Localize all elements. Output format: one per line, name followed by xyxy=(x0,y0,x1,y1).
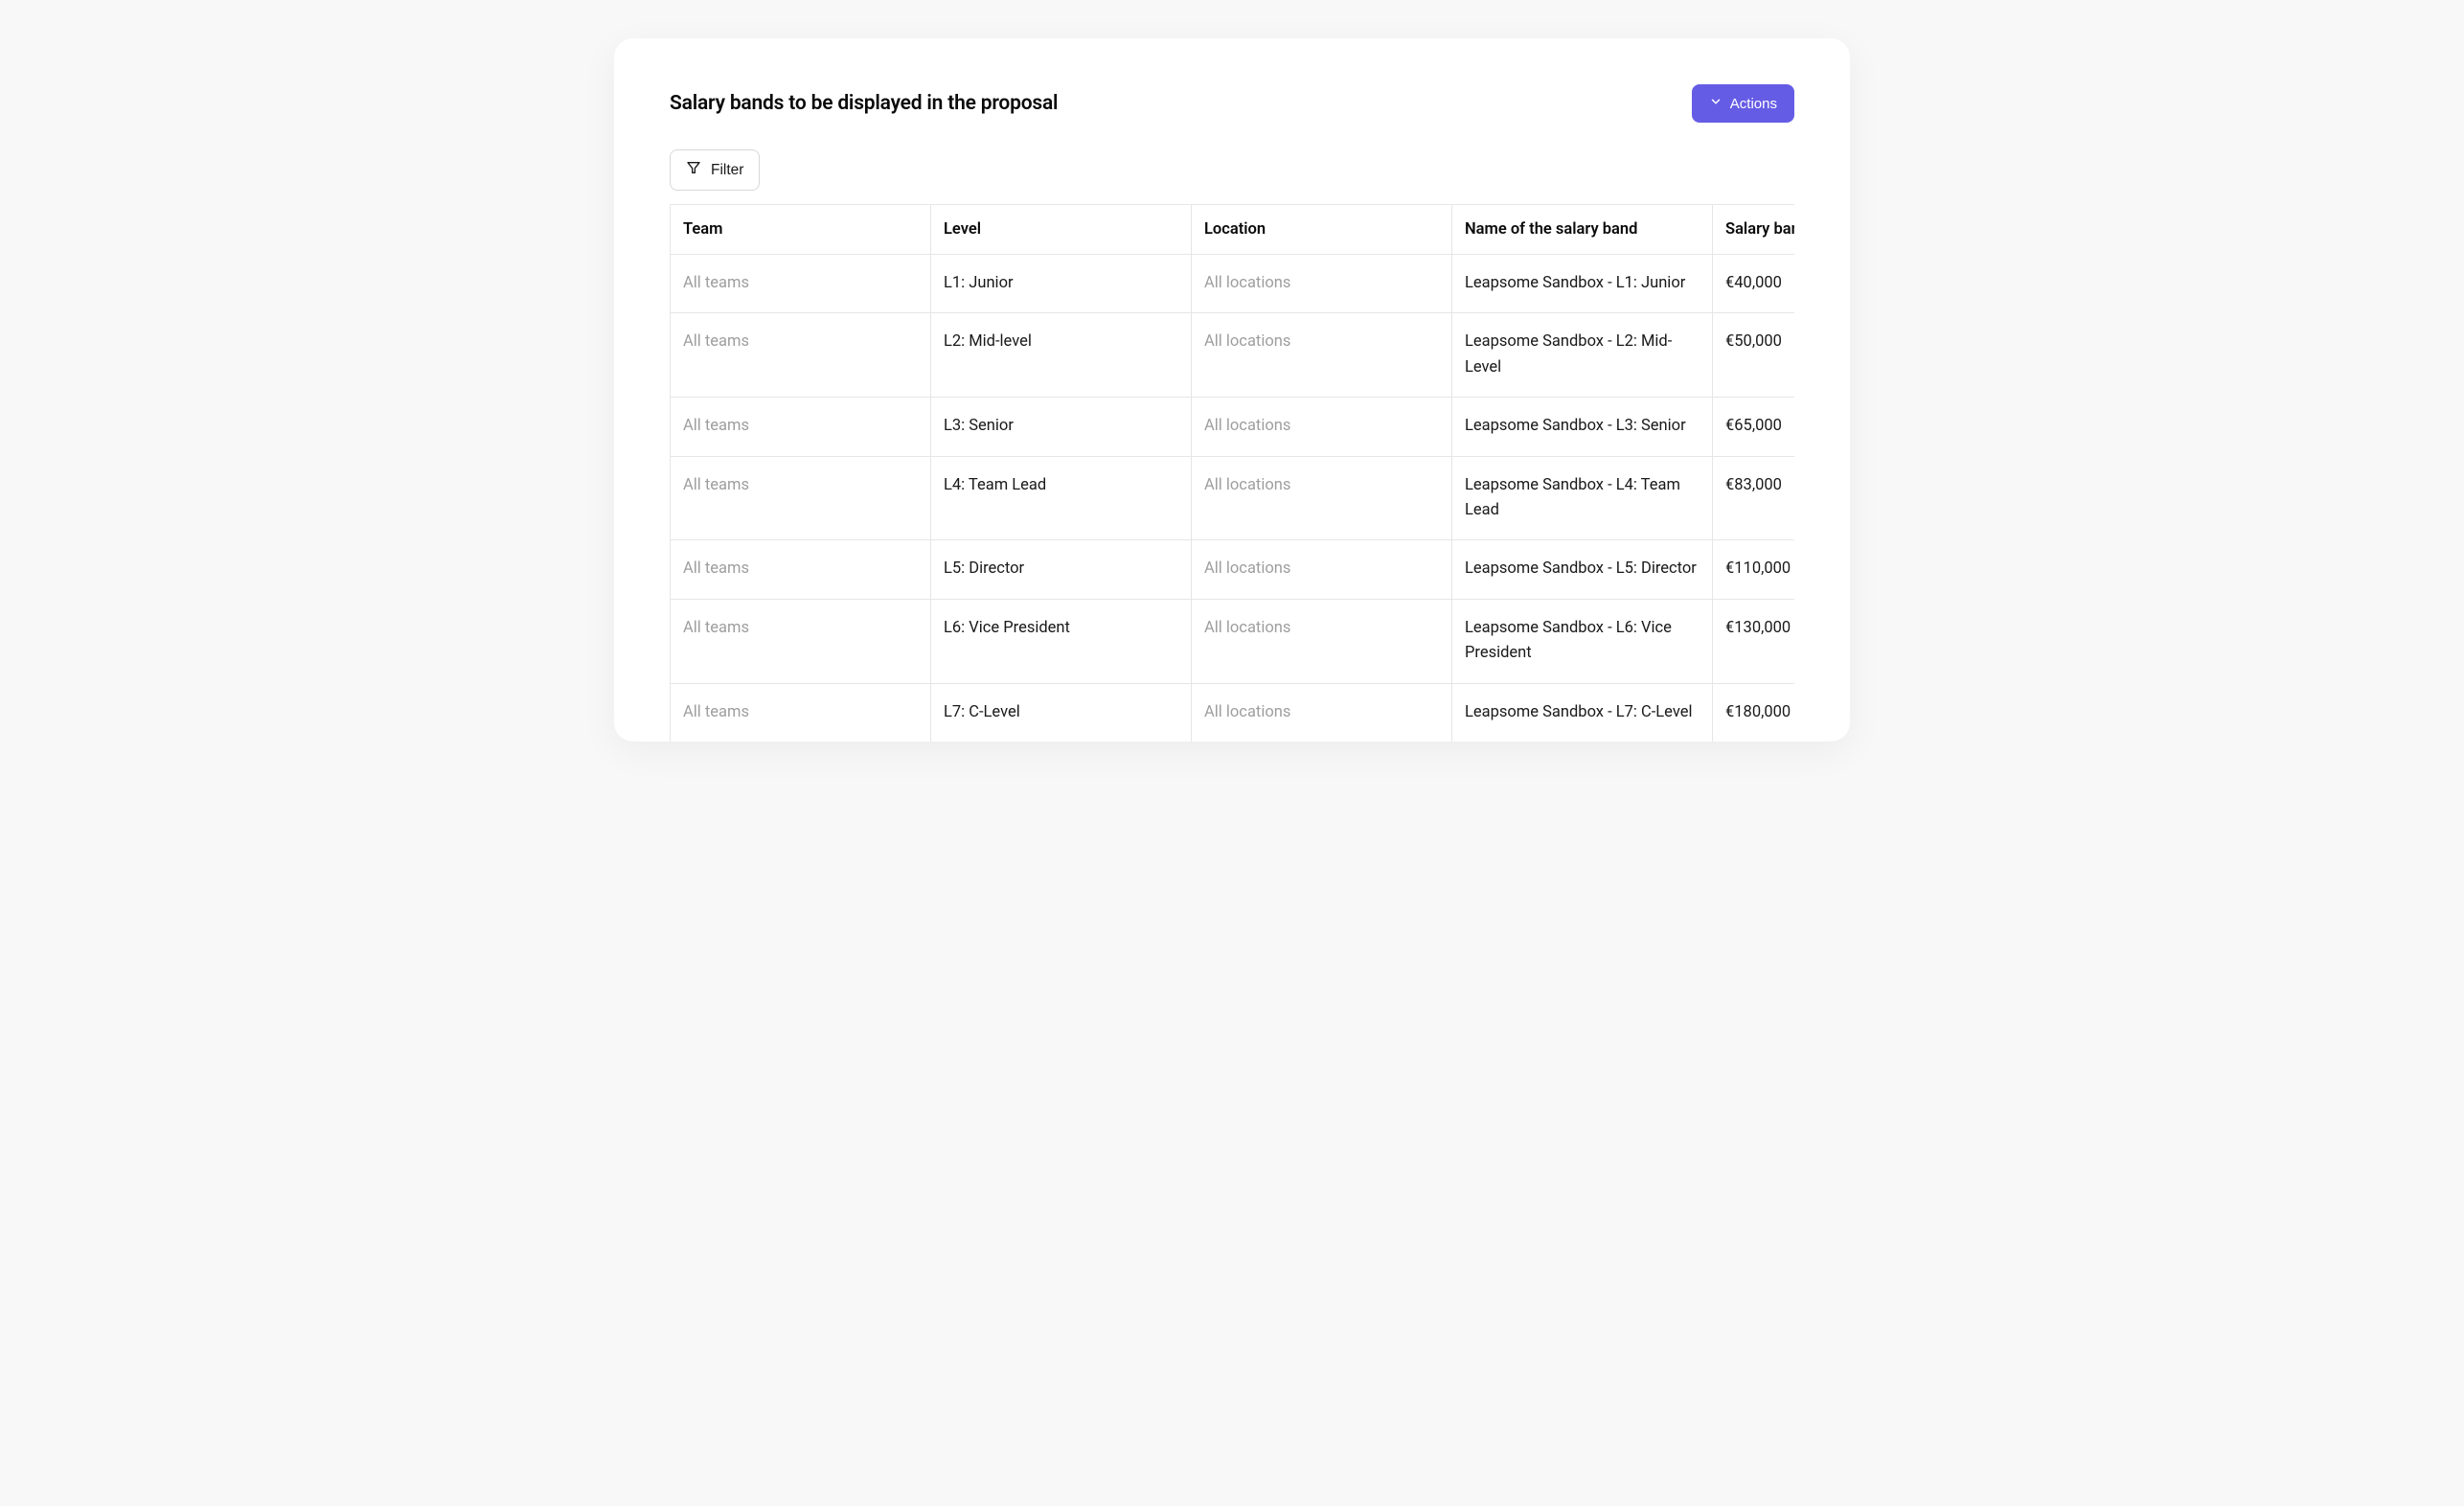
cell-salary-band-name: Leapsome Sandbox - L7: C-Level xyxy=(1452,683,1713,742)
cell-level: L7: C-Level xyxy=(931,683,1192,742)
cell-salary-band-name: Leapsome Sandbox - L3: Senior xyxy=(1452,398,1713,456)
cell-level: L1: Junior xyxy=(931,255,1192,313)
cell-location: All locations xyxy=(1192,683,1452,742)
cell-team: All teams xyxy=(671,313,931,398)
table-row[interactable]: All teamsL5: DirectorAll locationsLeapso… xyxy=(671,540,1795,599)
cell-team: All teams xyxy=(671,398,931,456)
chevron-down-icon xyxy=(1709,95,1723,112)
cell-salary-band: €130,000 xyxy=(1713,599,1795,683)
filter-button[interactable]: Filter xyxy=(670,149,760,191)
cell-level: L5: Director xyxy=(931,540,1192,599)
cell-salary-band: €65,000 xyxy=(1713,398,1795,456)
cell-location: All locations xyxy=(1192,313,1452,398)
cell-level: L6: Vice President xyxy=(931,599,1192,683)
cell-salary-band-name: Leapsome Sandbox - L2: Mid-Level xyxy=(1452,313,1713,398)
cell-level: L2: Mid-level xyxy=(931,313,1192,398)
table-row[interactable]: All teamsL3: SeniorAll locationsLeapsome… xyxy=(671,398,1795,456)
cell-salary-band-name: Leapsome Sandbox - L6: Vice President xyxy=(1452,599,1713,683)
actions-button[interactable]: Actions xyxy=(1692,84,1794,123)
column-header-level[interactable]: Level xyxy=(931,205,1192,255)
column-header-location[interactable]: Location xyxy=(1192,205,1452,255)
actions-button-label: Actions xyxy=(1730,96,1777,112)
table-header-row: Team Level Location Name of the salary b… xyxy=(671,205,1795,255)
cell-salary-band-name: Leapsome Sandbox - L4: Team Lead xyxy=(1452,456,1713,540)
header-row: Salary bands to be displayed in the prop… xyxy=(670,84,1794,123)
cell-team: All teams xyxy=(671,255,931,313)
page-title: Salary bands to be displayed in the prop… xyxy=(670,92,1058,115)
filter-icon xyxy=(686,160,701,180)
cell-salary-band: €180,000 xyxy=(1713,683,1795,742)
table-row[interactable]: All teamsL1: JuniorAll locationsLeapsome… xyxy=(671,255,1795,313)
cell-salary-band-name: Leapsome Sandbox - L1: Junior xyxy=(1452,255,1713,313)
table-row[interactable]: All teamsL2: Mid-levelAll locationsLeaps… xyxy=(671,313,1795,398)
column-header-salary-band[interactable]: Salary band xyxy=(1713,205,1795,255)
cell-location: All locations xyxy=(1192,255,1452,313)
cell-team: All teams xyxy=(671,683,931,742)
table-row[interactable]: All teamsL6: Vice PresidentAll locations… xyxy=(671,599,1795,683)
cell-salary-band: €50,000 xyxy=(1713,313,1795,398)
salary-bands-panel: Salary bands to be displayed in the prop… xyxy=(614,38,1850,742)
cell-salary-band: €110,000 xyxy=(1713,540,1795,599)
cell-level: L4: Team Lead xyxy=(931,456,1192,540)
column-header-team[interactable]: Team xyxy=(671,205,931,255)
cell-salary-band-name: Leapsome Sandbox - L5: Director xyxy=(1452,540,1713,599)
cell-salary-band: €83,000 xyxy=(1713,456,1795,540)
cell-team: All teams xyxy=(671,599,931,683)
cell-location: All locations xyxy=(1192,599,1452,683)
cell-location: All locations xyxy=(1192,456,1452,540)
cell-salary-band: €40,000 xyxy=(1713,255,1795,313)
table-row[interactable]: All teamsL7: C-LevelAll locationsLeapsom… xyxy=(671,683,1795,742)
cell-location: All locations xyxy=(1192,540,1452,599)
table-row[interactable]: All teamsL4: Team LeadAll locationsLeaps… xyxy=(671,456,1795,540)
cell-location: All locations xyxy=(1192,398,1452,456)
filter-button-label: Filter xyxy=(711,162,743,179)
column-header-name[interactable]: Name of the salary band xyxy=(1452,205,1713,255)
cell-team: All teams xyxy=(671,540,931,599)
cell-team: All teams xyxy=(671,456,931,540)
table-wrapper: Team Level Location Name of the salary b… xyxy=(670,204,1794,742)
cell-level: L3: Senior xyxy=(931,398,1192,456)
salary-bands-table: Team Level Location Name of the salary b… xyxy=(670,204,1794,742)
